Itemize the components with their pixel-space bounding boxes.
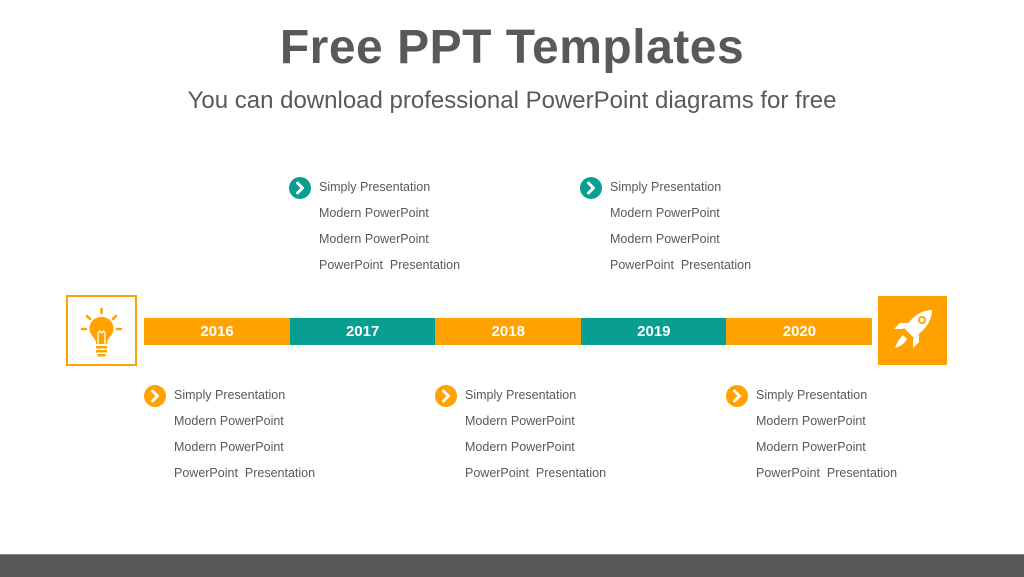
text-block-line: Modern PowerPoint — [174, 440, 284, 454]
text-block-line: PowerPoint Presentation — [319, 258, 461, 272]
page-title: Free PPT Templates — [279, 21, 745, 74]
text-block-line: PowerPoint Presentation — [756, 466, 898, 480]
text-block-line: Simply Presentation — [465, 388, 577, 402]
text-block-line: Modern PowerPoint — [756, 414, 866, 428]
lightbulb-icon — [80, 307, 123, 357]
text-block-line: PowerPoint Presentation — [610, 258, 752, 272]
timeline-segment-2017: 2017 — [289, 318, 436, 345]
text-block-line: Modern PowerPoint — [465, 414, 575, 428]
text-block-line: PowerPoint Presentation — [174, 466, 316, 480]
text-block-line: Simply Presentation — [174, 388, 286, 402]
text-block-line: Modern PowerPoint — [756, 440, 866, 454]
timeline-segment-2018: 2018 — [435, 318, 582, 345]
text-block-line: Modern PowerPoint — [610, 206, 720, 220]
text-block-line: Modern PowerPoint — [174, 414, 284, 428]
text-block-line: Modern PowerPoint — [465, 440, 575, 454]
rocket-icon — [894, 310, 932, 348]
timeline-segment-2020: 2020 — [726, 318, 873, 345]
page-subtitle: You can download professional PowerPoint… — [187, 87, 837, 114]
text-block-line: Modern PowerPoint — [319, 232, 429, 246]
timeline-segment-2019: 2019 — [580, 318, 727, 345]
chevron-right-icon — [435, 385, 457, 407]
chevron-right-icon — [144, 385, 166, 407]
chevron-right-icon — [580, 177, 602, 199]
text-block-line: Simply Presentation — [756, 388, 868, 402]
text-block-line: Simply Presentation — [610, 180, 722, 194]
text-block-line: Modern PowerPoint — [319, 206, 429, 220]
chevron-right-icon — [289, 177, 311, 199]
footer-bar — [0, 554, 1024, 577]
start-icon-box — [66, 295, 137, 366]
text-block-line: Modern PowerPoint — [610, 232, 720, 246]
chevron-right-icon — [726, 385, 748, 407]
end-icon-box — [878, 296, 947, 365]
text-block-line: Simply Presentation — [319, 180, 431, 194]
timeline-segment-2016: 2016 — [144, 318, 291, 345]
text-block-line: PowerPoint Presentation — [465, 466, 607, 480]
